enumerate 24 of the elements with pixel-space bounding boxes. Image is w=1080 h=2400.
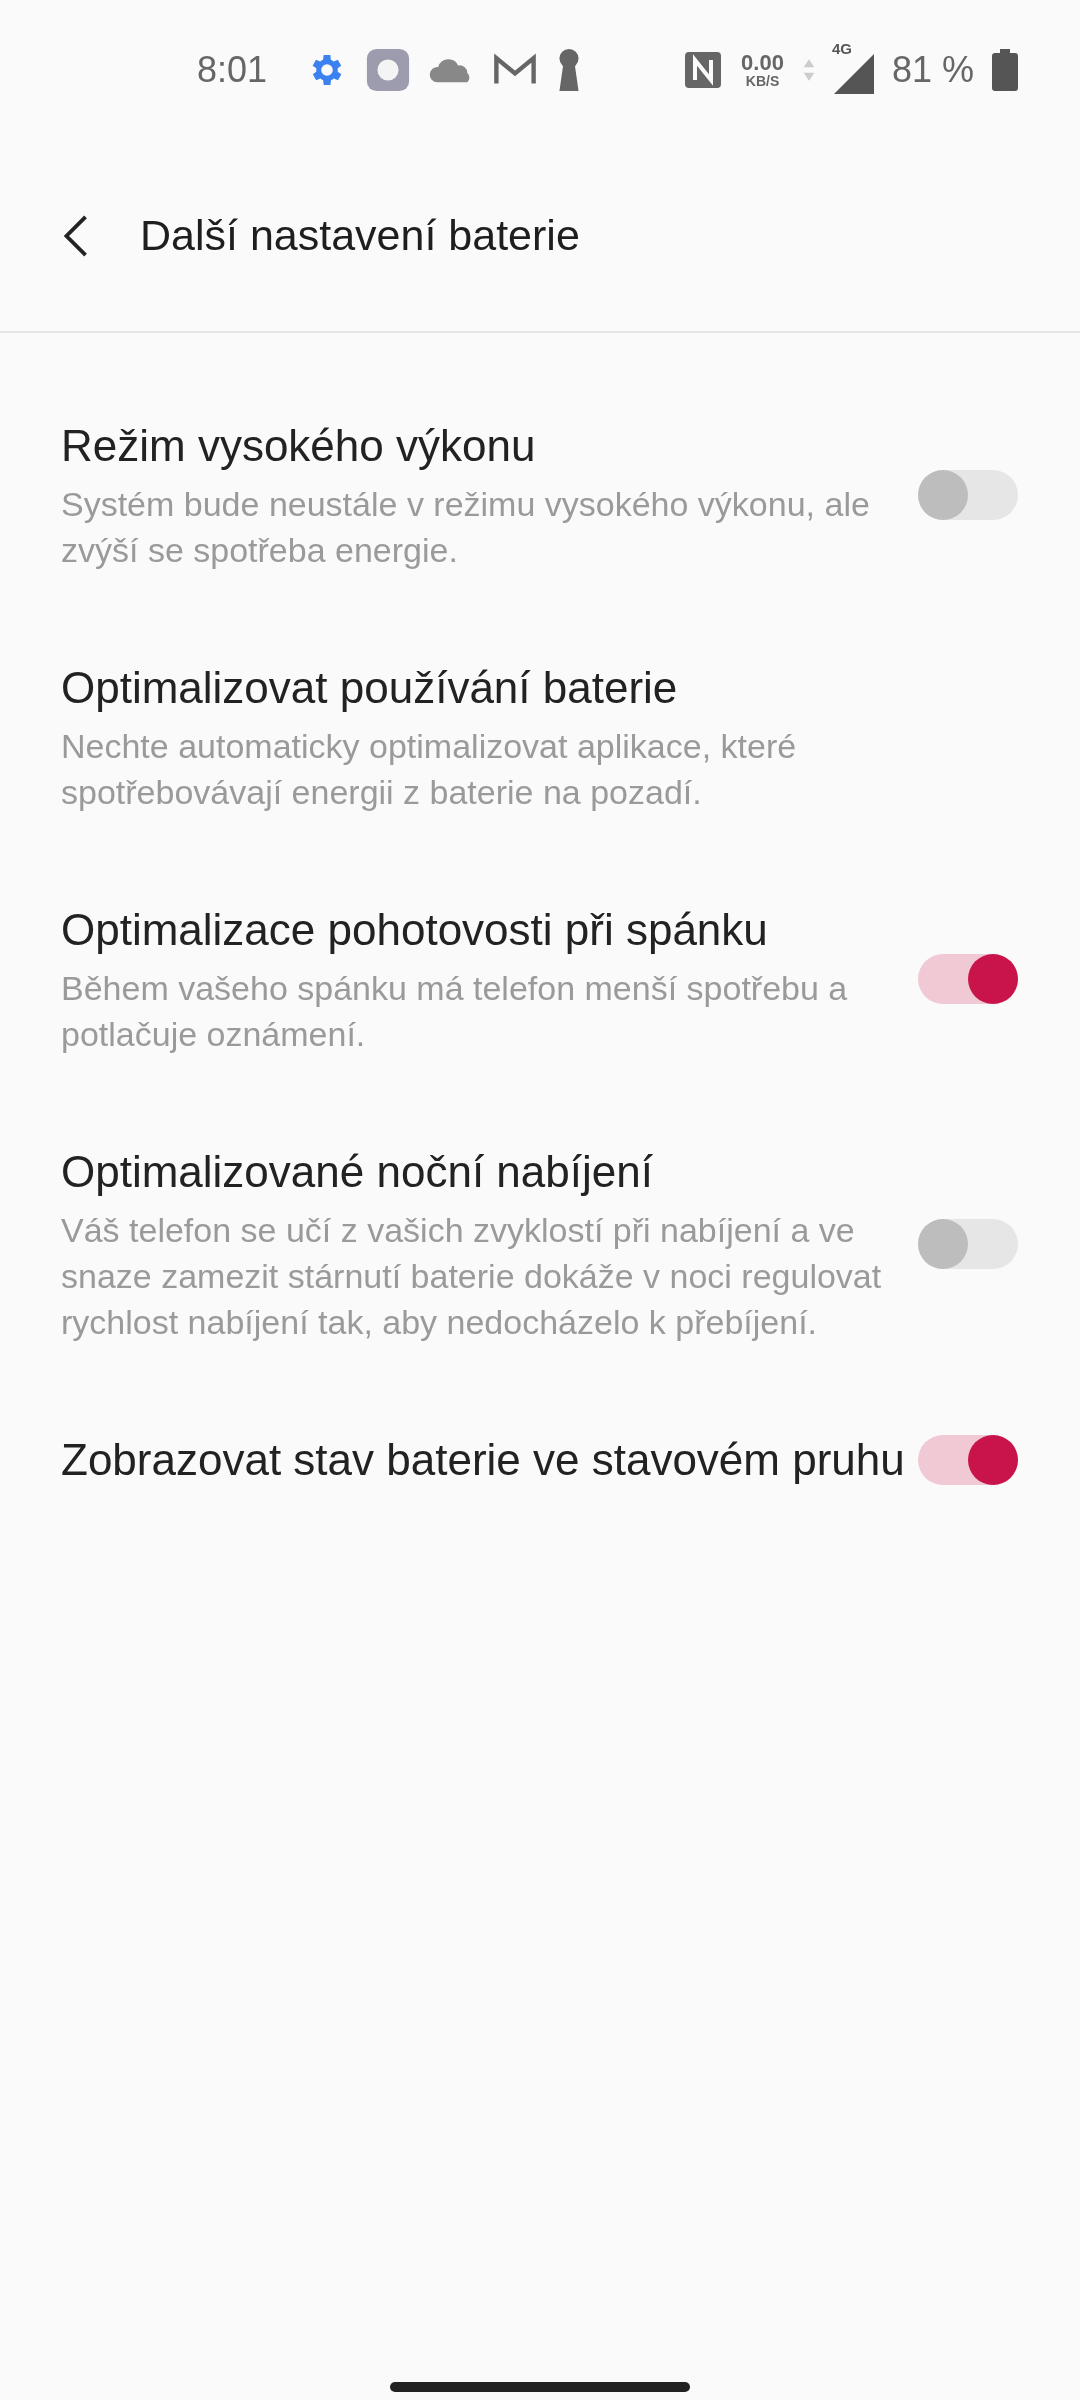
toggle-switch[interactable] bbox=[918, 954, 1018, 1004]
battery-icon bbox=[992, 49, 1018, 91]
data-arrows-icon bbox=[801, 58, 816, 82]
network-type: 4G bbox=[831, 40, 852, 57]
setting-title[interactable]: Optimalizované noční nabíjení bbox=[61, 1143, 918, 1201]
toggle-switch[interactable] bbox=[918, 470, 1018, 520]
network-speed: 0.00 KB/S bbox=[741, 52, 784, 88]
page-title: Další nastavení baterie bbox=[140, 211, 580, 260]
app-icon bbox=[365, 47, 412, 93]
toggle-switch[interactable] bbox=[918, 1219, 1018, 1269]
setting-title[interactable]: Optimalizace pohotovosti při spánku bbox=[61, 901, 918, 959]
toggle-switch[interactable] bbox=[918, 1435, 1018, 1485]
nfc-icon bbox=[683, 50, 724, 90]
setting-description: Nechte automaticky optimalizovat aplikace, které spotřebovávají energii z baterie na pozadí. bbox=[61, 726, 798, 813]
setting-title[interactable]: Režim vysokého výkonu bbox=[61, 417, 918, 475]
setting-title[interactable]: Zobrazovat stav baterie ve stavovém pruhu bbox=[61, 1431, 918, 1489]
clock: 8:01 bbox=[197, 49, 268, 91]
setting-description: Systém bude neustále v režimu vysokého výkonu, ale zvýší se spotřeba energie. bbox=[61, 484, 871, 571]
setting-description: Během vašeho spánku má telefon menší spotřebu a potlačuje oznámení. bbox=[61, 968, 849, 1055]
setting-title[interactable]: Optimalizovat používání baterie bbox=[61, 659, 921, 717]
signal-icon bbox=[833, 54, 874, 94]
back-icon[interactable] bbox=[64, 214, 88, 257]
battery-percent: 81 % bbox=[891, 49, 974, 91]
setting-description: Váš telefon se učí z vašich zvyklostí při nabíjení a ve snaze zamezit stárnutí baterie dokáže v noci regulovat rychlost nabíjení tak, aby nedocházelo k přebíjení. bbox=[61, 1210, 883, 1343]
